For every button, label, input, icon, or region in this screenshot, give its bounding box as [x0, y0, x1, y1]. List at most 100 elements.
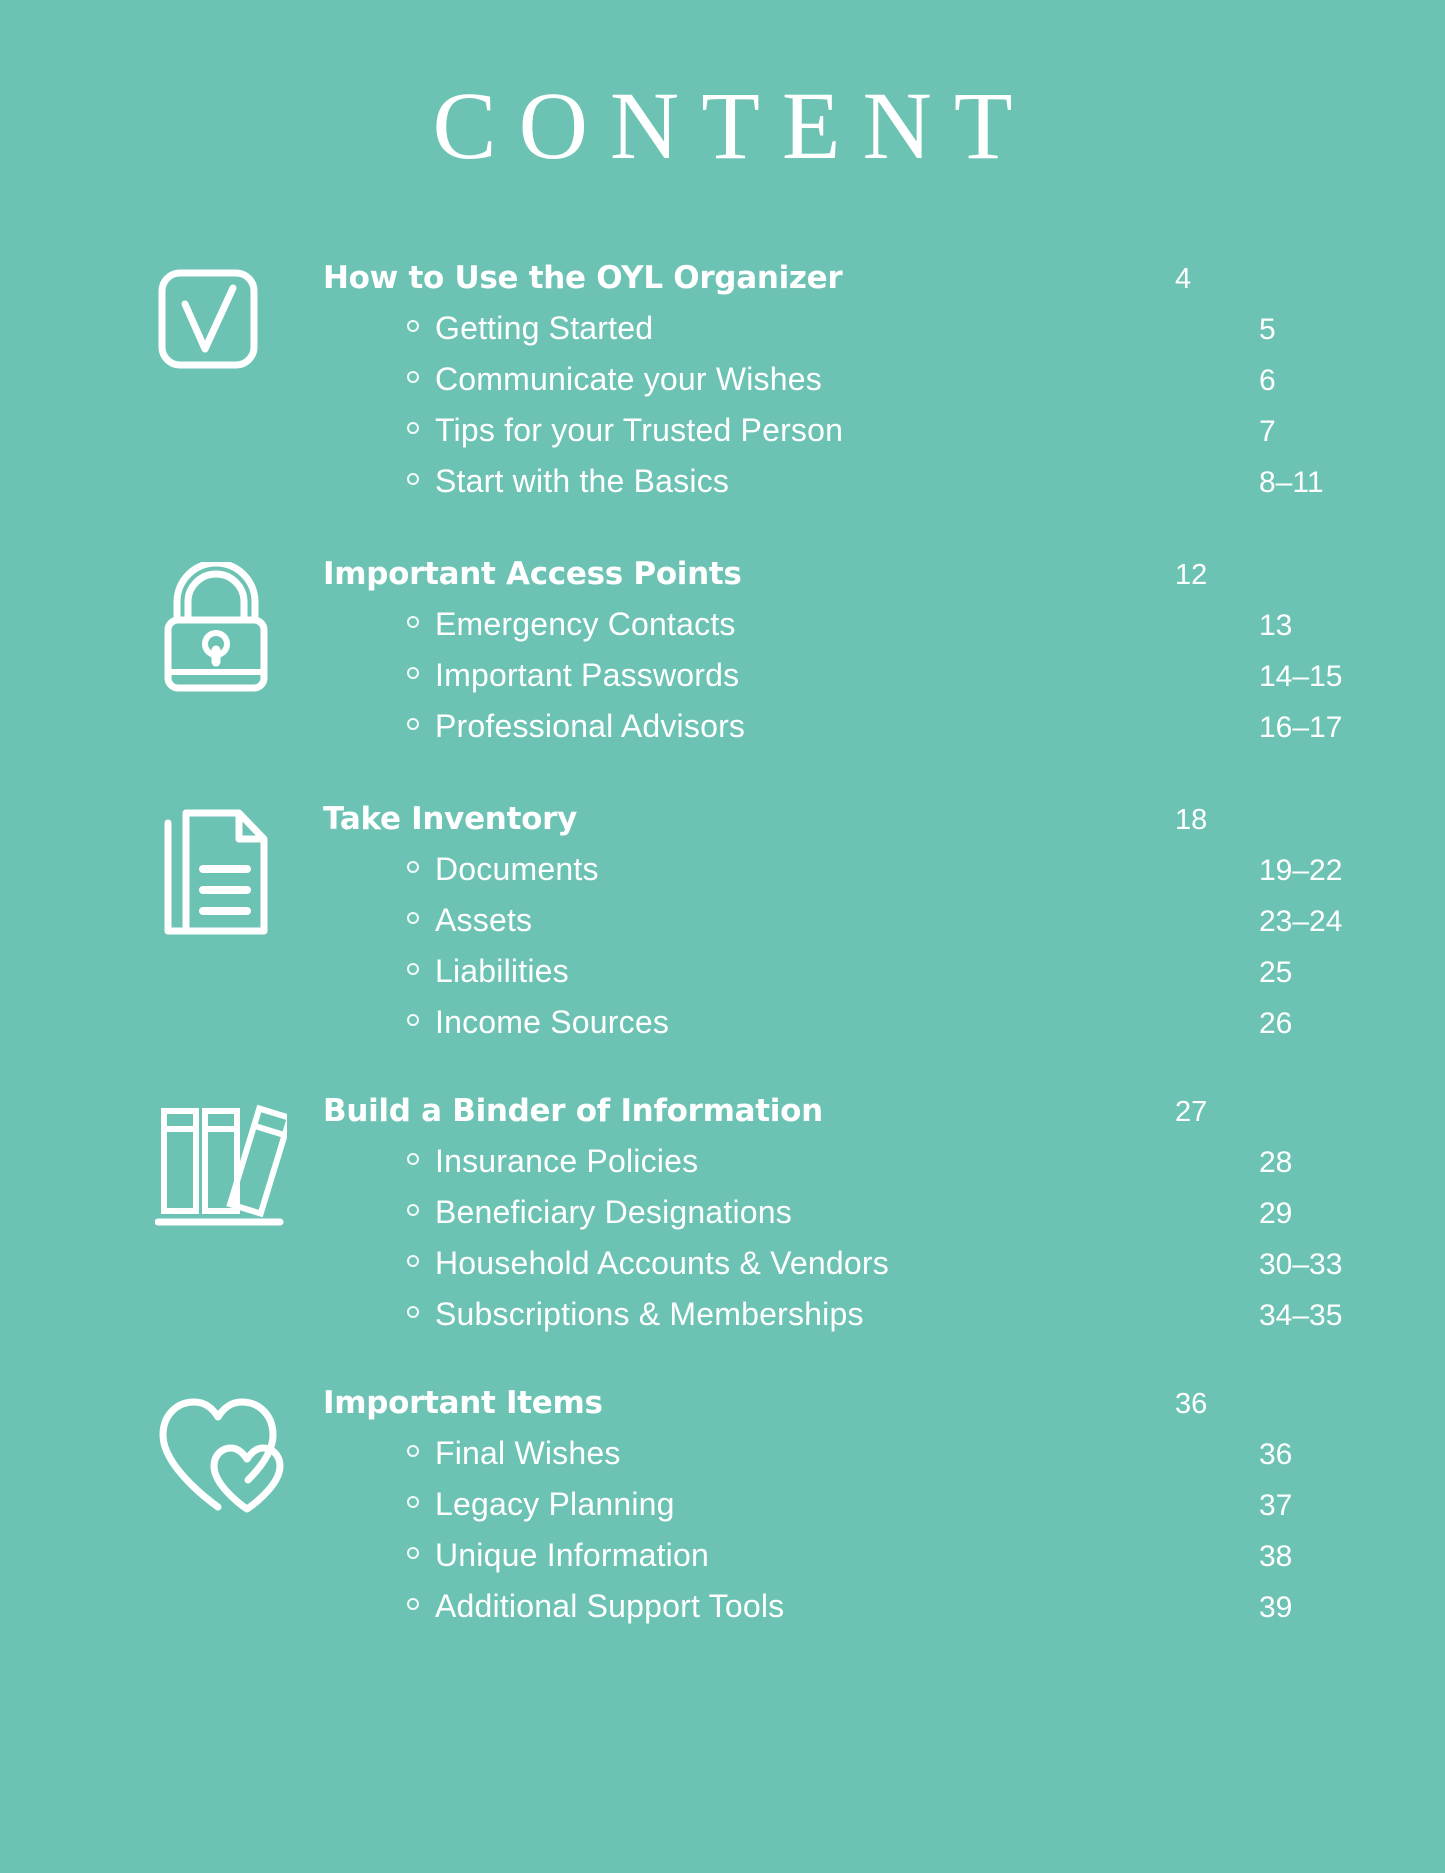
toc-item-row[interactable]: Emergency Contacts 13 — [323, 606, 1409, 643]
toc-item-label: Assets — [435, 902, 533, 938]
toc-item-row[interactable]: Additional Support Tools 39 — [323, 1588, 1409, 1625]
two-hearts-icon — [155, 1391, 291, 1517]
toc-item-label-wrapper: Communicate your Wishes — [407, 361, 1259, 398]
toc-item-row[interactable]: Getting Started 5 — [323, 310, 1409, 347]
toc-item-label-wrapper: Assets — [407, 902, 1259, 939]
toc-item-row[interactable]: Unique Information 38 — [323, 1537, 1409, 1574]
toc-item-label: Start with the Basics — [435, 463, 730, 499]
toc-heading-row[interactable]: Take Inventory 18 — [323, 801, 1325, 837]
toc-item-label-wrapper: Additional Support Tools — [407, 1588, 1259, 1625]
toc-item-row[interactable]: Important Passwords 14–15 — [323, 657, 1409, 694]
bullet-circle-icon — [407, 1203, 419, 1216]
toc-item-page: 16–17 — [1259, 711, 1343, 744]
bullet-circle-icon — [407, 319, 419, 332]
section-entries: Important Items 36 Final Wishes 36 Legac… — [323, 1385, 1325, 1625]
bullet-circle-icon — [407, 1546, 419, 1559]
page-title: CONTENT — [432, 72, 1035, 179]
section-icon-wrapper — [155, 556, 323, 692]
toc-item-row[interactable]: Professional Advisors 16–17 — [323, 708, 1409, 745]
toc-item-page: 8–11 — [1259, 466, 1324, 499]
toc-section: Take Inventory 18 Documents 19–22 Assets… — [155, 801, 1342, 1041]
toc-item-label: Liabilities — [435, 953, 569, 989]
toc-item-label: Emergency Contacts — [435, 606, 736, 642]
bullet-circle-icon — [407, 370, 419, 383]
bullet-circle-icon — [407, 962, 419, 975]
toc-item-label-wrapper: Household Accounts & Vendors — [407, 1245, 1259, 1282]
toc-item-label-wrapper: Insurance Policies — [407, 1143, 1259, 1180]
toc-item-page: 13 — [1259, 609, 1293, 642]
toc-item-row[interactable]: Insurance Policies 28 — [323, 1143, 1409, 1180]
toc-item-label-wrapper: Unique Information — [407, 1537, 1259, 1574]
section-icon-wrapper — [155, 801, 323, 941]
toc-item-row[interactable]: Subscriptions & Memberships 34–35 — [323, 1296, 1409, 1333]
content-page: CONTENT How to Use the OYL Organizer 4 G… — [0, 0, 1445, 1873]
toc-item-label: Communicate your Wishes — [435, 361, 822, 397]
toc-item-label: Additional Support Tools — [435, 1588, 785, 1624]
toc-item-row[interactable]: Beneficiary Designations 29 — [323, 1194, 1409, 1231]
table-of-contents: How to Use the OYL Organizer 4 Getting S… — [0, 260, 1445, 1625]
toc-heading-label: Build a Binder of Information — [323, 1093, 823, 1129]
toc-item-page: 28 — [1259, 1146, 1293, 1179]
toc-item-label-wrapper: Documents — [407, 851, 1259, 888]
bullet-circle-icon — [407, 421, 419, 434]
toc-item-label-wrapper: Start with the Basics — [407, 463, 1259, 500]
toc-heading-row[interactable]: Important Access Points 12 — [323, 556, 1325, 592]
toc-item-page: 26 — [1259, 1007, 1293, 1040]
toc-item-label-wrapper: Getting Started — [407, 310, 1259, 347]
toc-item-label: Subscriptions & Memberships — [435, 1296, 864, 1332]
toc-item-label: Insurance Policies — [435, 1143, 699, 1179]
toc-item-label-wrapper: Professional Advisors — [407, 708, 1259, 745]
toc-item-page: 14–15 — [1259, 660, 1343, 693]
toc-item-row[interactable]: Communicate your Wishes 6 — [323, 361, 1409, 398]
toc-item-row[interactable]: Assets 23–24 — [323, 902, 1409, 939]
toc-item-label-wrapper: Tips for your Trusted Person — [407, 412, 1259, 449]
toc-item-label-wrapper: Liabilities — [407, 953, 1259, 990]
toc-item-label-wrapper: Final Wishes — [407, 1435, 1259, 1472]
toc-heading-row[interactable]: Build a Binder of Information 27 — [323, 1093, 1325, 1129]
books-shelf-icon — [155, 1099, 287, 1229]
toc-item-label-wrapper: Beneficiary Designations — [407, 1194, 1259, 1231]
bullet-circle-icon — [407, 1597, 419, 1610]
toc-item-row[interactable]: Legacy Planning 37 — [323, 1486, 1409, 1523]
toc-heading-page: 12 — [1175, 559, 1208, 591]
toc-heading-page: 4 — [1175, 263, 1192, 295]
toc-item-row[interactable]: Documents 19–22 — [323, 851, 1409, 888]
toc-item-page: 38 — [1259, 1540, 1293, 1573]
documents-icon — [155, 807, 281, 941]
toc-heading-label: Important Access Points — [323, 556, 742, 592]
toc-item-label: Important Passwords — [435, 657, 740, 693]
toc-heading-page: 36 — [1175, 1388, 1208, 1420]
toc-item-page: 34–35 — [1259, 1299, 1343, 1332]
toc-item-row[interactable]: Start with the Basics 8–11 — [323, 463, 1409, 500]
toc-item-row[interactable]: Income Sources 26 — [323, 1004, 1409, 1041]
toc-item-page: 29 — [1259, 1197, 1293, 1230]
toc-item-label: Getting Started — [435, 310, 654, 346]
bullet-circle-icon — [407, 1152, 419, 1165]
toc-item-page: 36 — [1259, 1438, 1293, 1471]
toc-item-label-wrapper: Emergency Contacts — [407, 606, 1259, 643]
toc-item-label-wrapper: Subscriptions & Memberships — [407, 1296, 1259, 1333]
toc-section: Important Items 36 Final Wishes 36 Legac… — [155, 1385, 1325, 1625]
toc-heading-row[interactable]: Important Items 36 — [323, 1385, 1325, 1421]
toc-item-label-wrapper: Important Passwords — [407, 657, 1259, 694]
toc-item-row[interactable]: Final Wishes 36 — [323, 1435, 1409, 1472]
toc-item-label: Legacy Planning — [435, 1486, 675, 1522]
toc-item-row[interactable]: Tips for your Trusted Person 7 — [323, 412, 1409, 449]
toc-item-label: Income Sources — [435, 1004, 670, 1040]
toc-heading-page: 18 — [1175, 804, 1208, 836]
toc-item-label: Tips for your Trusted Person — [435, 412, 844, 448]
toc-item-page: 39 — [1259, 1591, 1293, 1624]
toc-heading-label: Important Items — [323, 1385, 603, 1421]
toc-item-label-wrapper: Income Sources — [407, 1004, 1259, 1041]
toc-heading-row[interactable]: How to Use the OYL Organizer 4 — [323, 260, 1325, 296]
bullet-circle-icon — [407, 860, 419, 873]
bullet-circle-icon — [407, 1495, 419, 1508]
toc-heading-label: Take Inventory — [323, 801, 577, 837]
toc-item-label-wrapper: Legacy Planning — [407, 1486, 1259, 1523]
bullet-circle-icon — [407, 911, 419, 924]
toc-item-label: Final Wishes — [435, 1435, 621, 1471]
toc-item-row[interactable]: Household Accounts & Vendors 30–33 — [323, 1245, 1409, 1282]
toc-item-row[interactable]: Liabilities 25 — [323, 953, 1409, 990]
toc-item-page: 37 — [1259, 1489, 1293, 1522]
toc-section: How to Use the OYL Organizer 4 Getting S… — [155, 260, 1325, 500]
